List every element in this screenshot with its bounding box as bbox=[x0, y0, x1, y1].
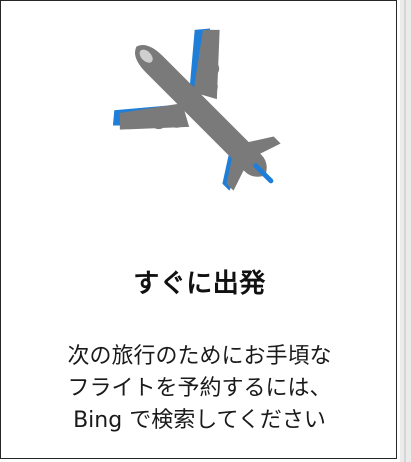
description-line: Bing で検索してください bbox=[73, 408, 326, 433]
card-description: 次の旅行のためにお手頃な フライトを予約するには、 Bing で検索してください bbox=[1, 341, 398, 437]
description-line: 次の旅行のためにお手頃な bbox=[67, 344, 332, 369]
airplane-icon bbox=[112, 28, 281, 191]
scroll-divider bbox=[404, 0, 406, 462]
card-title: すぐに出発 bbox=[133, 269, 266, 299]
promo-card: すぐに出発 次の旅行のためにお手頃な フライトを予約するには、 Bing で検索… bbox=[0, 0, 397, 459]
description-line: フライトを予約するには、 bbox=[67, 376, 332, 401]
